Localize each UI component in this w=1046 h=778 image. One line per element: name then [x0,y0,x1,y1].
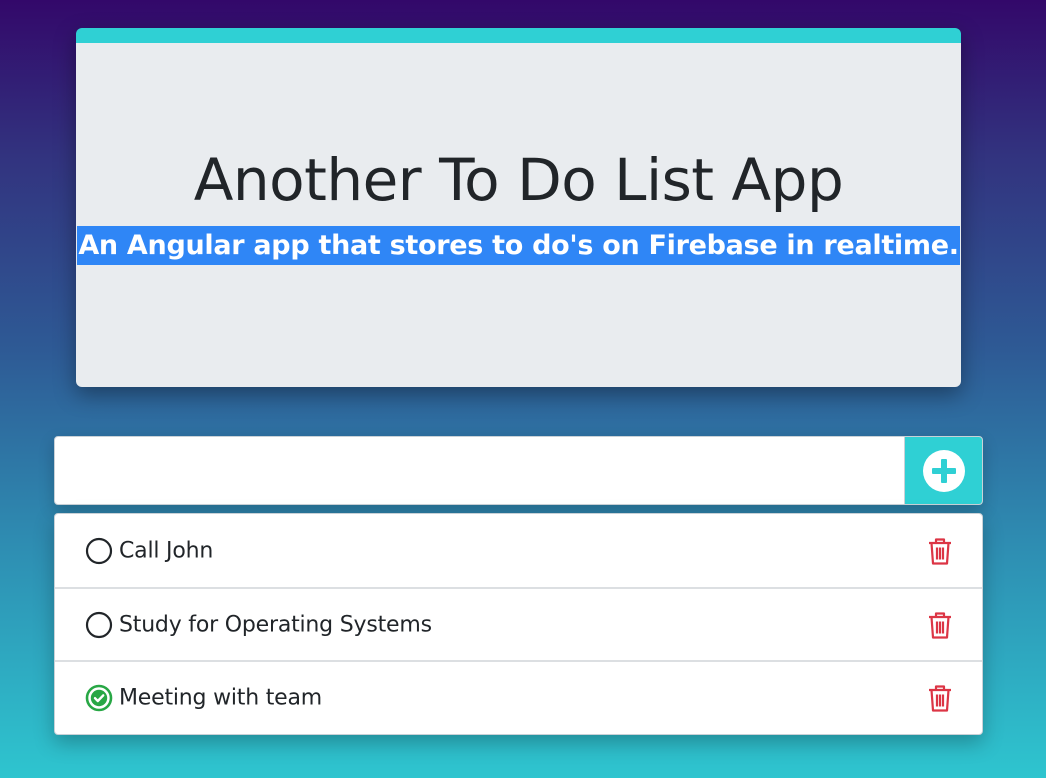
trash-icon[interactable] [926,683,954,713]
page-subtitle: An Angular app that stores to do's on Fi… [77,226,960,265]
todo-text: Meeting with team [119,685,323,710]
list-item: Meeting with team [55,660,982,733]
check-circle-icon[interactable] [85,684,113,712]
todo-text: Study for Operating Systems [119,612,432,637]
circle-outline-icon[interactable] [85,537,113,565]
trash-icon[interactable] [926,610,954,640]
todo-text: Call John [119,538,214,563]
todo-input[interactable] [55,437,904,504]
add-todo-button[interactable] [904,437,982,504]
page-title: Another To Do List App [193,146,844,214]
todo-list: Call John Study for Operating Systems Me… [54,513,983,735]
header-card: Another To Do List App An Angular app th… [76,28,961,387]
list-item: Study for Operating Systems [55,587,982,660]
circle-outline-icon[interactable] [85,611,113,639]
plus-circle-icon [922,449,965,492]
trash-icon[interactable] [926,536,954,566]
subtitle-wrapper: An Angular app that stores to do's on Fi… [76,226,961,265]
add-todo-form [54,436,983,505]
list-item: Call John [55,514,982,587]
